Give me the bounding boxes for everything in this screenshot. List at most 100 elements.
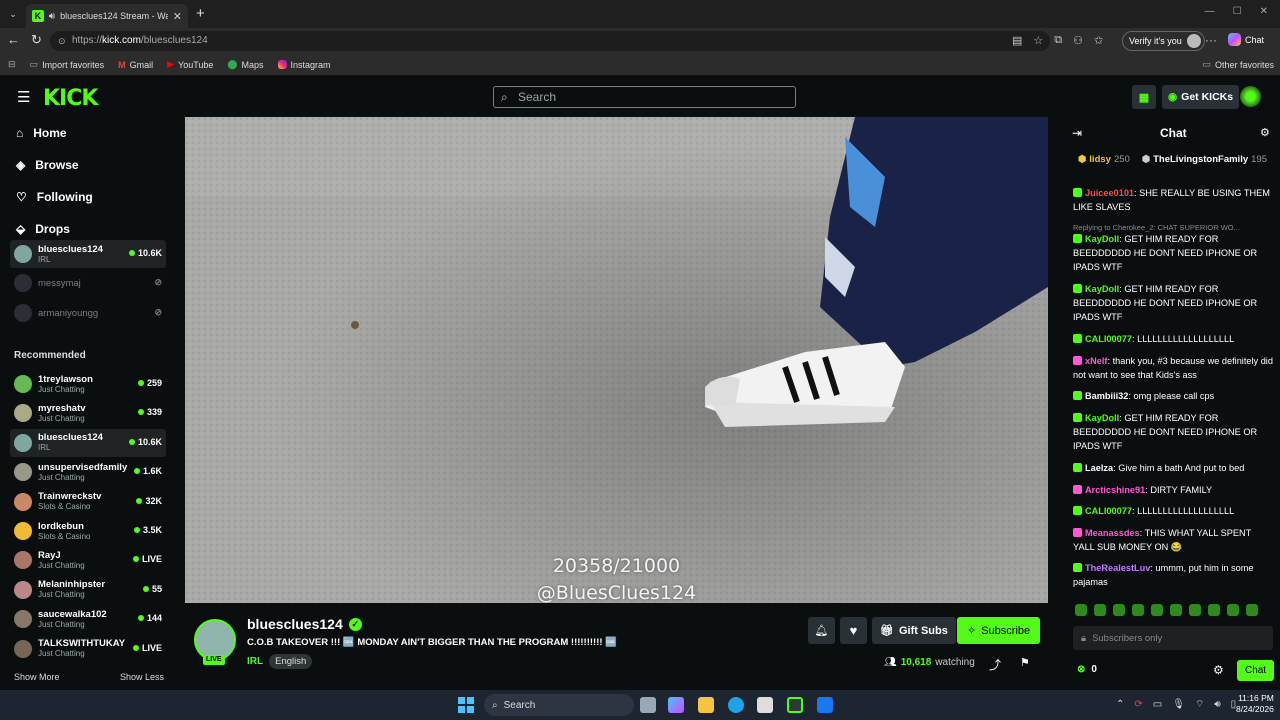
emote-icon[interactable] xyxy=(1132,604,1144,616)
kick-store-icon[interactable]: ▦ xyxy=(1132,85,1156,109)
close-tab-icon[interactable]: ✕ xyxy=(173,10,182,23)
tray-chevron-icon[interactable]: ⌃ xyxy=(1116,699,1124,710)
other-favorites[interactable]: ▭ Other favorites xyxy=(1202,59,1274,70)
tray-network-icon[interactable]: ▭ xyxy=(1153,699,1162,710)
notification-bell-button[interactable]: 🔔︎ xyxy=(808,617,835,644)
subscribe-button[interactable]: ✧ Subscribe xyxy=(957,617,1041,644)
emote-icon[interactable] xyxy=(1094,604,1106,616)
gift-subs-button[interactable]: 🎁︎ Gift Subs xyxy=(872,617,956,644)
file-explorer-icon[interactable] xyxy=(698,697,714,713)
send-chat-button[interactable]: Chat xyxy=(1237,660,1275,681)
video-player[interactable]: 20358/21000 @BluesClues124 xyxy=(185,117,1048,603)
copilot-chat-button[interactable]: Chat xyxy=(1228,33,1264,46)
tab-menu-chevron-icon[interactable]: ⌄ xyxy=(6,7,20,21)
clock[interactable]: 11:16 PM 8/24/2026 xyxy=(1236,693,1274,715)
following-channel[interactable]: bluesclues124 IRL 10.6K xyxy=(10,240,166,268)
search-input[interactable]: ⌕ Search xyxy=(493,86,796,108)
minimize-icon[interactable]: — xyxy=(1205,6,1215,17)
chat-username[interactable]: CALI00077 xyxy=(1085,334,1132,344)
chat-username[interactable]: Meanassdes xyxy=(1085,528,1140,538)
collapse-chat-icon[interactable]: ⇥ xyxy=(1072,126,1082,140)
verify-button[interactable]: Verify it's you xyxy=(1122,31,1205,51)
maximize-icon[interactable]: ☐ xyxy=(1233,6,1242,17)
tray-volume-icon[interactable]: 🔊︎ xyxy=(1214,699,1220,710)
recommended-channel[interactable]: Trainwreckstv Slots & Casino 32K xyxy=(10,488,166,516)
store-icon[interactable] xyxy=(757,697,773,713)
emote-icon[interactable] xyxy=(1227,604,1239,616)
tray-sync-icon[interactable]: ⟳ xyxy=(1134,699,1142,710)
copilot-icon[interactable] xyxy=(668,697,684,713)
recommended-channel[interactable]: Melaninhipster Just Chatting 55 xyxy=(10,576,166,604)
edge-browser-icon[interactable] xyxy=(728,697,744,713)
chat-username[interactable]: KayDoll xyxy=(1085,234,1119,244)
back-icon[interactable]: ← xyxy=(7,32,20,47)
follow-button[interactable]: ♥ xyxy=(840,617,867,644)
new-tab-icon[interactable]: + xyxy=(196,5,205,22)
chat-username[interactable]: KayDoll xyxy=(1085,413,1119,423)
recommended-channel[interactable]: RayJ Just Chatting LIVE xyxy=(10,546,166,574)
more-icon[interactable]: ··· xyxy=(1205,33,1217,47)
bookmark-youtube[interactable]: ▶ YouTube xyxy=(167,59,213,70)
user-avatar[interactable] xyxy=(1240,86,1261,107)
recommended-channel[interactable]: bluesclues124 IRL 10.6K xyxy=(10,428,166,457)
tray-mic-icon[interactable]: 🎙︎ xyxy=(1172,699,1185,710)
chat-settings-gear-icon[interactable]: ⚙ xyxy=(1213,663,1224,677)
following-channel[interactable]: armaniyoungg ⊘ xyxy=(10,299,166,327)
channel-name[interactable]: bluesclues124 xyxy=(247,616,343,632)
bookmark-instagram[interactable]: Instagram xyxy=(277,60,331,70)
kick-logo[interactable]: KICK xyxy=(43,86,98,111)
chat-username[interactable]: xNelf xyxy=(1085,356,1107,366)
chat-input[interactable]: 🔒︎ Subscribers only xyxy=(1073,626,1273,650)
recommended-channel[interactable]: lordkebun Slots & Casino 3.5K xyxy=(10,517,166,545)
close-window-icon[interactable]: ✕ xyxy=(1260,6,1268,17)
refresh-icon[interactable]: ↻ xyxy=(31,32,42,48)
favorite-star-icon[interactable]: ☆ xyxy=(1033,34,1043,47)
report-icon[interactable]: ⚑ xyxy=(1020,656,1030,669)
tracking-icon[interactable]: ⚇ xyxy=(1073,34,1083,47)
extensions-icon[interactable]: ⧉ xyxy=(1054,34,1062,47)
recommended-channel[interactable]: TALKSWITHTUKAY Just Chatting LIVE xyxy=(10,635,166,663)
chat-username[interactable]: Laelza xyxy=(1085,463,1113,473)
recommended-channel[interactable]: 1treylawson Just Chatting 259 xyxy=(10,370,166,398)
chat-username[interactable]: Juicee0101 xyxy=(1085,188,1134,198)
kicks-balance[interactable]: ⊗ 0 xyxy=(1077,664,1097,675)
chat-username[interactable]: KayDoll xyxy=(1085,284,1119,294)
nav-home[interactable]: ⌂ Home xyxy=(16,126,67,140)
tray-wifi-icon[interactable]: ⌔ xyxy=(1195,698,1204,711)
emote-icon[interactable] xyxy=(1151,604,1163,616)
nav-browse[interactable]: ◈ Browse xyxy=(16,158,79,172)
site-info-icon[interactable]: ⊙ xyxy=(58,31,66,51)
chat-username[interactable]: TheRealestLuv xyxy=(1085,563,1150,573)
language-tag[interactable]: English xyxy=(269,654,313,669)
emote-icon[interactable] xyxy=(1246,604,1258,616)
bookmark-import[interactable]: ▭ Import favorites xyxy=(30,59,105,70)
emote-icon[interactable] xyxy=(1113,604,1125,616)
bookmark-gmail[interactable]: M Gmail xyxy=(118,60,153,70)
gifter-item[interactable]: ⬢ TheLivingstonFamily 195 xyxy=(1142,154,1267,165)
favorites-icon[interactable]: ✩ xyxy=(1094,34,1103,47)
url-field[interactable]: ⊙ https://kick.com/bluesclues124 xyxy=(50,31,1050,51)
facebook-icon[interactable] xyxy=(817,697,833,713)
hamburger-menu-icon[interactable]: ☰ xyxy=(17,88,30,106)
emote-icon[interactable] xyxy=(1170,604,1182,616)
recommended-channel[interactable]: myreshatv Just Chatting 339 xyxy=(10,399,166,427)
windows-start-icon[interactable] xyxy=(458,697,474,713)
kick-app-icon[interactable] xyxy=(787,697,803,713)
show-more-link[interactable]: Show More xyxy=(14,672,60,682)
chat-settings-icon[interactable]: ⚙ xyxy=(1260,126,1270,139)
emote-icon[interactable] xyxy=(1208,604,1220,616)
emote-icon[interactable] xyxy=(1075,604,1087,616)
emote-icon[interactable] xyxy=(1189,604,1201,616)
speaker-icon[interactable]: 🔊︎ xyxy=(49,11,55,22)
reader-icon[interactable]: ▤ xyxy=(1012,34,1022,47)
recommended-channel[interactable]: unsupervisedfamily Just Chatting 1.6K xyxy=(10,458,166,486)
bookmark-maps[interactable]: ⬤ Maps xyxy=(227,59,263,70)
show-less-link[interactable]: Show Less xyxy=(120,672,164,682)
chat-username[interactable]: CALI00077 xyxy=(1085,506,1132,516)
taskbar-search[interactable]: ⌕ Search xyxy=(484,694,634,716)
share-icon[interactable]: ⤴ xyxy=(989,656,1001,673)
following-channel[interactable]: messymaj ⊘ xyxy=(10,269,166,297)
chat-username[interactable]: Bambiii32 xyxy=(1085,391,1128,401)
chat-username[interactable]: Arcticshine91 xyxy=(1085,485,1145,495)
browser-tab[interactable]: K 🔊︎ bluesclues124 Stream - Watch ✕ xyxy=(26,4,188,28)
